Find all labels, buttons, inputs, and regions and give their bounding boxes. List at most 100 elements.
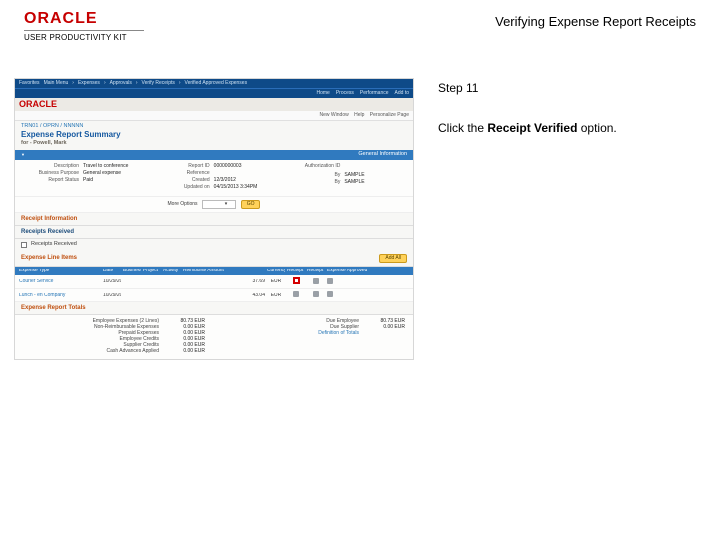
definition-of-totals-link[interactable]: Definition of Totals [223,331,365,336]
doc-header: ORACLE USER PRODUCTIVITY KIT Verifying E… [0,0,720,48]
val: Paid [83,178,93,183]
th: Business [123,269,141,274]
th: Date [103,269,121,274]
th: Expense Type [19,269,101,274]
lbl: Business Purpose [23,171,83,176]
expense-type-link[interactable]: Courier Service [19,279,101,284]
app-top-menu: Favorites Main Menu › Expenses › Approva… [15,79,413,88]
expense-type-link[interactable]: Lunch - en Company [19,293,101,298]
step-label: Step 11 [438,78,696,100]
receipt-received-icon [313,291,319,297]
th: Currency [267,269,285,274]
instr-post: option. [577,121,616,135]
lbl: Description [23,164,83,169]
topmenu-item[interactable]: Approvals [110,81,132,86]
val: Travel to conference [83,164,128,169]
app-frame: Favorites Main Menu › Expenses › Approva… [14,78,414,360]
table-row: Lunch - en Company 10/29/2012 43.04 EUR [15,289,413,302]
instr-pre: Click the [438,121,487,135]
upk-text: USER PRODUCTIVITY KIT [24,33,144,42]
step-instruction: Click the Receipt Verified option. [438,118,696,140]
tv: 0.00 EUR [365,325,405,330]
th: Activity [163,269,181,274]
userbar-link[interactable]: Help [354,112,364,118]
add-all-button[interactable]: Add All [379,254,407,263]
more-options-row: More Options ▾ GO [15,197,413,213]
go-button[interactable]: GO [241,200,261,209]
tl: Cash Advances Applied [23,349,165,354]
cell: EUR [267,293,285,298]
subnav-item[interactable]: Performance [360,91,389,96]
val: 12/3/2012 [214,178,236,183]
th: Receipt Received [307,269,325,274]
section-totals: Expense Report Totals [15,302,413,315]
val: SAMPLE [344,180,364,185]
receipt-received-icon [313,278,319,284]
subnav-item[interactable]: Process [336,91,354,96]
lbl: Report Status [23,178,83,183]
receipts-received-label: Receipts Received [31,242,77,248]
expense-table-header: Expense Type Date Business Project Activ… [15,267,413,276]
th: Project [143,269,161,274]
section-general-label: General Information [358,152,407,158]
cell: 10/29/2012 [103,279,121,284]
cell: 10/29/2012 [103,293,121,298]
topmenu-item[interactable]: Main Menu [44,81,69,86]
instruction-panel: Step 11 Click the Receipt Verified optio… [414,78,696,360]
page-title: Expense Report Summary [15,131,413,141]
receipt-verified-checkbox[interactable] [293,291,299,297]
cell: EUR [267,279,285,284]
val: General expense [83,171,121,176]
section-general-info[interactable]: General Information [15,150,413,160]
th: Reimburse Amount [183,269,265,274]
app-brand-row: ORACLE [15,98,413,111]
receipts-received-checkbox[interactable] [21,242,27,248]
topmenu-item[interactable]: Favorites [19,81,40,86]
val: 0000000003 [214,164,242,169]
lbl: Authorization ID [284,164,344,169]
userbar-link[interactable]: New Window [320,112,349,118]
for-line: for - Powell, Mark [15,141,413,151]
topmenu-item[interactable]: Expenses [78,81,100,86]
info-grid: DescriptionTravel to conference Business… [15,160,413,197]
section-receipts-received[interactable]: Receipts Received [15,226,413,239]
userbar-link[interactable]: Personalize Page [370,112,409,118]
approved-icon [327,291,333,297]
cell: 43.04 [183,293,265,298]
instr-bold: Receipt Verified [487,121,577,135]
th: Receipt Verified [287,269,305,274]
app-user-bar: New Window Help Personalize Page [15,111,413,121]
expense-lines-label: Expense Line Items [21,255,77,261]
approved-icon [327,278,333,284]
oracle-logo: ORACLE [24,10,144,28]
lbl: Updated on [154,185,214,190]
totals-grid: Employee Expenses (2 Lines)80.73 EUR Non… [15,315,413,359]
doc-title: Verifying Expense Report Receipts [495,10,696,29]
app-sub-nav: Home Process Performance Add to [15,88,413,98]
receipts-received-row: Receipts Received [15,239,413,251]
subnav-item[interactable]: Home [317,91,330,96]
topmenu-item[interactable]: Verified Approved Expenses [185,81,248,86]
th: Expense Approved [327,269,409,274]
screenshot-panel: Favorites Main Menu › Expenses › Approva… [14,78,414,360]
subnav-item[interactable]: Add to [395,91,409,96]
lbl: By [284,173,344,178]
more-options-label: More Options [168,201,198,207]
lbl: Created [154,178,214,183]
lbl: Reference [154,171,214,176]
val: 04/15/2013 3:34PM [214,185,258,190]
topmenu-item[interactable]: Verify Receipts [142,81,175,86]
section-receipt-info: Receipt Information [15,213,413,226]
app-oracle-logo: ORACLE [19,100,57,109]
more-options-select[interactable]: ▾ [202,200,236,209]
doc-logo-block: ORACLE USER PRODUCTIVITY KIT [24,10,144,42]
cell: 37.69 [183,279,265,284]
lbl: Report ID [154,164,214,169]
receipt-verified-checkbox[interactable] [293,277,300,284]
doc-body: Favorites Main Menu › Expenses › Approva… [0,48,720,360]
val: SAMPLE [344,173,364,178]
section-expense-lines: Expense Line Items Add All [15,251,413,267]
tv: 0.00 EUR [165,349,205,354]
lbl: By [284,180,344,185]
table-row: Courier Service 10/29/2012 37.69 EUR [15,275,413,289]
